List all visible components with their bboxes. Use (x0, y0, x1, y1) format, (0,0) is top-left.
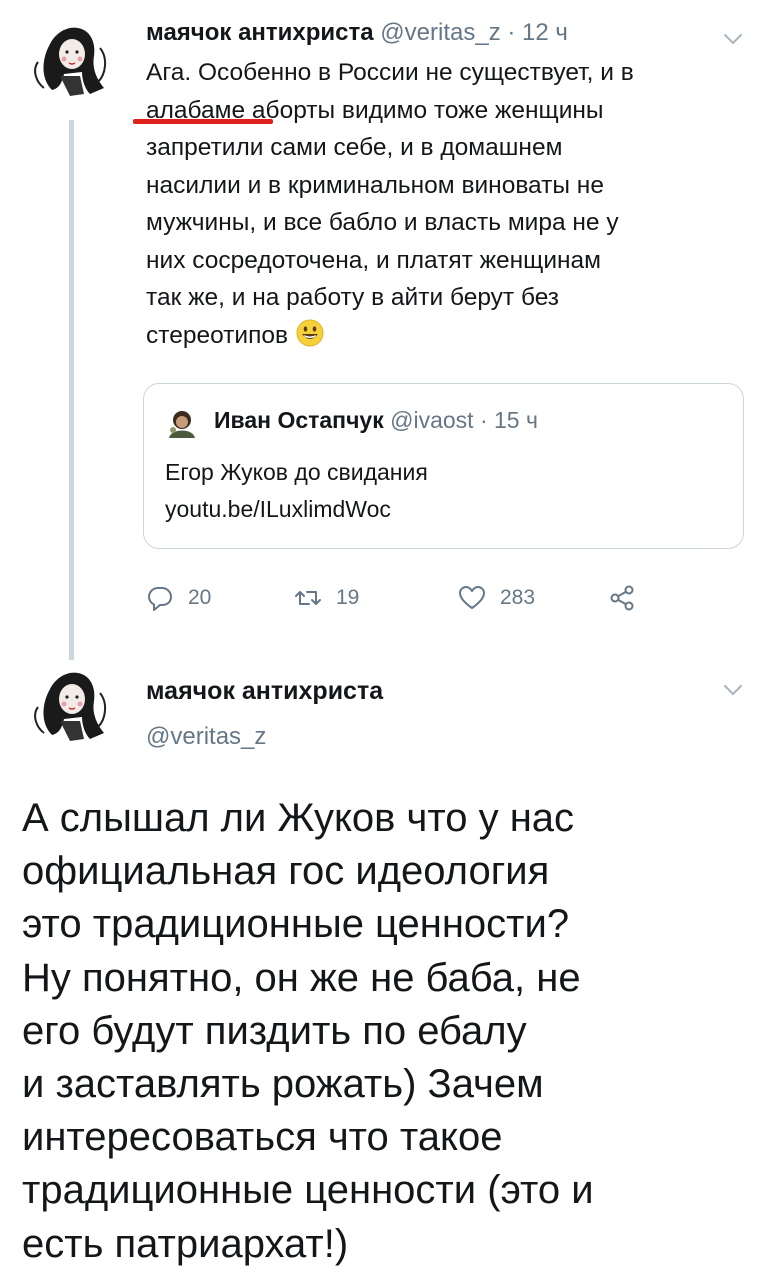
tweet-text-line-last: стереотипов (146, 317, 746, 355)
quoted-tweet-card[interactable]: Иван Остапчук @ivaost · 15 ч Егор Жуков … (143, 383, 744, 549)
tweet-text-line: мужчины, и все бабло и власть мира не у (146, 209, 619, 236)
tweet-text-line: так же, и на работу в айти берут без (146, 284, 560, 311)
tweet-text: А слышал ли Жуков что у нас официальная … (22, 792, 742, 1271)
tweet-text-line: запретили сами себе, и в домашнем (146, 134, 563, 161)
retweet-button[interactable]: 19 (294, 584, 359, 612)
retweet-count: 19 (336, 586, 360, 609)
avatar[interactable] (30, 663, 112, 745)
reply-count: 20 (188, 586, 212, 609)
tweet-actions: 20 19 283 (146, 584, 666, 620)
share-icon (608, 584, 636, 612)
quoted-link[interactable]: youtu.be/ILuxlimdWoc (165, 491, 428, 528)
tweet-header: маячок антихриста @veritas_z · 12 ч (146, 18, 568, 48)
like-count: 283 (500, 586, 536, 609)
reply-button[interactable]: 20 (146, 584, 211, 612)
chevron-down-icon[interactable] (723, 32, 743, 46)
tweet-text-line: его будут пиздить по ебалу (22, 1008, 527, 1053)
tweet-time[interactable]: 12 ч (522, 19, 568, 46)
separator: · (479, 407, 488, 433)
smiling-face-emoji-icon (295, 318, 325, 348)
share-button[interactable] (608, 584, 650, 612)
reply-icon (146, 584, 174, 612)
avatar[interactable] (30, 18, 112, 100)
tweet-text-line: и заставлять рожать) Зачем (22, 1062, 544, 1107)
tweet-text-line: А слышал ли Жуков что у нас (22, 796, 575, 840)
tweet-text: Ага. Особенно в России не существует, и … (146, 54, 746, 354)
chevron-down-icon[interactable] (723, 683, 743, 697)
quoted-avatar (165, 408, 199, 438)
author-handle[interactable]: @veritas_z (146, 722, 266, 752)
quoted-text: Егор Жуков до свидания youtu.be/ILuxlimd… (165, 454, 428, 528)
author-name[interactable]: маячок антихриста (146, 19, 374, 46)
quoted-author-name: Иван Остапчук (214, 407, 384, 433)
tweet-text-line: них сосредоточена, и платят женщинам (146, 246, 602, 274)
like-button[interactable]: 283 (458, 584, 535, 612)
heart-icon (458, 584, 486, 612)
tweet-text-line: традиционные ценности (это и (22, 1168, 594, 1213)
tweet-text-line: Ага. Особенно в России не существует, и … (146, 59, 634, 86)
tweet-text-line: стереотипов (146, 321, 288, 349)
quoted-author-handle: @ivaost (390, 407, 474, 433)
thread-connector-line (69, 120, 74, 660)
separator: · (507, 19, 516, 46)
retweet-icon (294, 584, 322, 612)
author-handle[interactable]: @veritas_z (380, 19, 500, 46)
tweet-text-line: есть патриархат!) (22, 1221, 349, 1266)
tweet-text-line: Ну понятно, он же не баба, не (22, 955, 581, 1000)
tweet-text-line: интересоваться что такое (22, 1115, 503, 1160)
quoted-time: 15 ч (494, 407, 538, 433)
quoted-text-line: Егор Жуков до свидания (165, 459, 428, 485)
tweet-text-line: насилии и в криминальном виноваты не (146, 171, 604, 199)
author-name[interactable]: маячок антихриста (146, 675, 383, 707)
red-highlight-underline (133, 119, 273, 124)
quoted-header: Иван Остапчук @ivaost · 15 ч (214, 405, 538, 435)
tweet-text-line: официальная гос идеология (22, 849, 550, 894)
tweet-text-line: это традиционные ценности? (22, 902, 570, 947)
